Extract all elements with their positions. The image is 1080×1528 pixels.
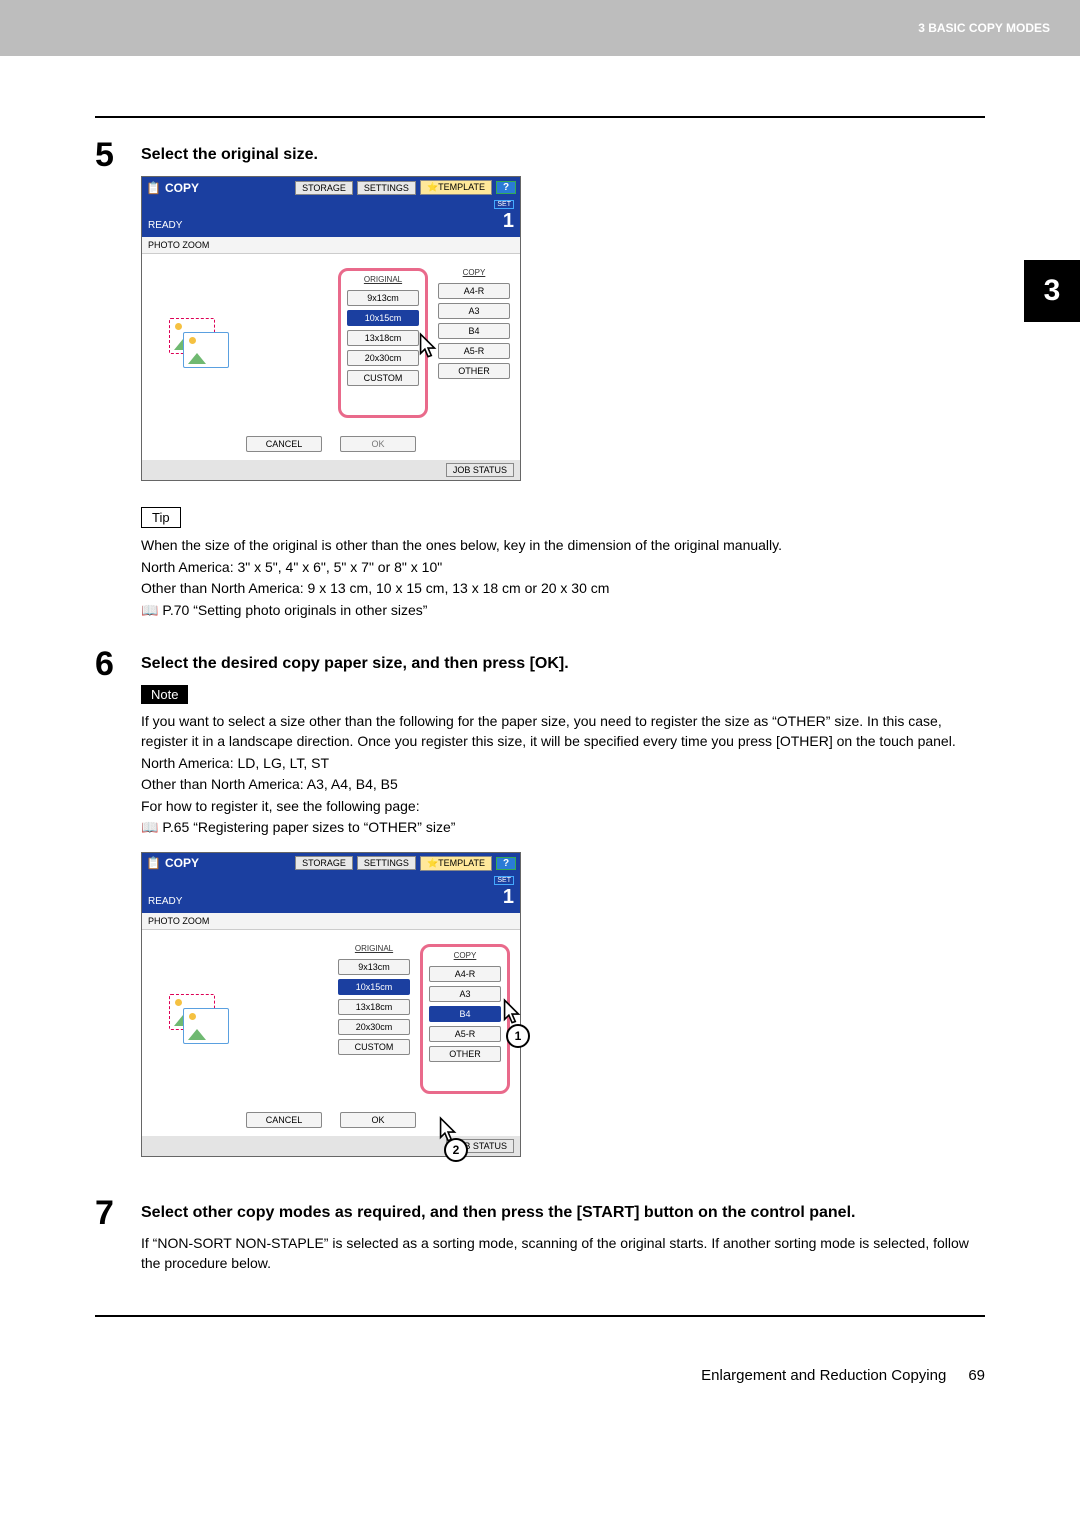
copy-b4[interactable]: B4 bbox=[438, 323, 510, 339]
job-status-button[interactable]: JOB STATUS bbox=[446, 463, 514, 477]
help-button[interactable]: ? bbox=[496, 181, 516, 194]
copy-count: 1 bbox=[494, 887, 514, 907]
page-number: 69 bbox=[968, 1367, 985, 1384]
footer-section: Enlargement and Reduction Copying bbox=[701, 1367, 946, 1384]
step-5: 5 Select the original size. 📋 COPY STORA… bbox=[95, 138, 985, 622]
storage-button[interactable]: STORAGE bbox=[295, 181, 353, 195]
template-button[interactable]: ⭐TEMPLATE bbox=[420, 180, 492, 195]
callout-1: 1 bbox=[506, 1024, 530, 1048]
storage-button[interactable]: STORAGE bbox=[295, 856, 353, 870]
mode-label: PHOTO ZOOM bbox=[142, 237, 520, 254]
step-6: 6 Select the desired copy paper size, an… bbox=[95, 647, 985, 1171]
step-number: 6 bbox=[95, 647, 123, 1171]
tip-ref: P.70 “Setting photo originals in other s… bbox=[141, 601, 985, 621]
chapter-header: 3 BASIC COPY MODES bbox=[0, 0, 1080, 56]
chapter-label: 3 BASIC COPY MODES bbox=[918, 21, 1050, 35]
size-9x13[interactable]: 9x13cm bbox=[347, 290, 419, 306]
step-number: 5 bbox=[95, 138, 123, 622]
size-20x30[interactable]: 20x30cm bbox=[347, 350, 419, 366]
note-label: Note bbox=[141, 685, 188, 704]
note-ref: P.65 “Registering paper sizes to “OTHER”… bbox=[141, 818, 985, 838]
tip-label: Tip bbox=[141, 507, 181, 528]
size-10x15[interactable]: 10x15cm bbox=[347, 310, 419, 326]
ok-button[interactable]: OK bbox=[340, 1112, 416, 1128]
step-number: 7 bbox=[95, 1196, 123, 1275]
pointer-icon bbox=[414, 332, 440, 362]
step-title: Select other copy modes as required, and… bbox=[141, 1204, 985, 1222]
size-13x18[interactable]: 13x18cm bbox=[347, 330, 419, 346]
size-13x18[interactable]: 13x18cm bbox=[338, 999, 410, 1015]
status-text: READY bbox=[148, 896, 182, 907]
page-footer: Enlargement and Reduction Copying 69 bbox=[0, 1367, 1080, 1384]
status-text: READY bbox=[148, 220, 182, 231]
copy-size-column: COPY A4-R A3 B4 A5-R OTHER bbox=[438, 268, 510, 418]
step-7: 7 Select other copy modes as required, a… bbox=[95, 1196, 985, 1275]
step-body-text: If “NON-SORT NON-STAPLE” is selected as … bbox=[141, 1234, 985, 1273]
copy-a3[interactable]: A3 bbox=[438, 303, 510, 319]
callout-2: 2 bbox=[444, 1138, 468, 1162]
step-title: Select the original size. bbox=[141, 146, 985, 164]
step-title: Select the desired copy paper size, and … bbox=[141, 655, 985, 673]
copy-a3[interactable]: A3 bbox=[429, 986, 501, 1002]
note-body: If you want to select a size other than … bbox=[141, 712, 985, 838]
size-9x13[interactable]: 9x13cm bbox=[338, 959, 410, 975]
ok-button[interactable]: OK bbox=[340, 436, 416, 452]
size-10x15[interactable]: 10x15cm bbox=[338, 979, 410, 995]
original-size-column: ORIGINAL 9x13cm 10x15cm 13x18cm 20x30cm … bbox=[338, 944, 410, 1094]
copy-a5r[interactable]: A5-R bbox=[438, 343, 510, 359]
settings-button[interactable]: SETTINGS bbox=[357, 856, 416, 870]
photo-zoom-icon bbox=[152, 944, 242, 1094]
help-button[interactable]: ? bbox=[496, 857, 516, 870]
size-custom[interactable]: CUSTOM bbox=[347, 370, 419, 386]
set-label: SET bbox=[494, 876, 514, 885]
app-title: 📋 COPY bbox=[146, 856, 199, 870]
device-screenshot-a: 📋 COPY STORAGE SETTINGS ⭐TEMPLATE ? READ… bbox=[141, 176, 521, 481]
cancel-button[interactable]: CANCEL bbox=[246, 436, 322, 452]
copy-a4r[interactable]: A4-R bbox=[438, 283, 510, 299]
copy-size-column: COPY A4-R A3 B4 A5-R OTHER bbox=[420, 944, 510, 1094]
copy-b4[interactable]: B4 bbox=[429, 1006, 501, 1022]
cancel-button[interactable]: CANCEL bbox=[246, 1112, 322, 1128]
app-title: 📋 COPY bbox=[146, 181, 199, 195]
tip-body: When the size of the original is other t… bbox=[141, 536, 985, 620]
copy-count: 1 bbox=[494, 211, 514, 231]
photo-zoom-icon bbox=[152, 268, 242, 418]
device-screenshot-b: 📋 COPY STORAGE SETTINGS ⭐TEMPLATE ? READ… bbox=[141, 852, 521, 1157]
copy-other[interactable]: OTHER bbox=[438, 363, 510, 379]
copy-a5r[interactable]: A5-R bbox=[429, 1026, 501, 1042]
size-20x30[interactable]: 20x30cm bbox=[338, 1019, 410, 1035]
copy-other[interactable]: OTHER bbox=[429, 1046, 501, 1062]
set-label: SET bbox=[494, 200, 514, 209]
size-custom[interactable]: CUSTOM bbox=[338, 1039, 410, 1055]
settings-button[interactable]: SETTINGS bbox=[357, 181, 416, 195]
mode-label: PHOTO ZOOM bbox=[142, 913, 520, 930]
copy-a4r[interactable]: A4-R bbox=[429, 966, 501, 982]
template-button[interactable]: ⭐TEMPLATE bbox=[420, 856, 492, 871]
